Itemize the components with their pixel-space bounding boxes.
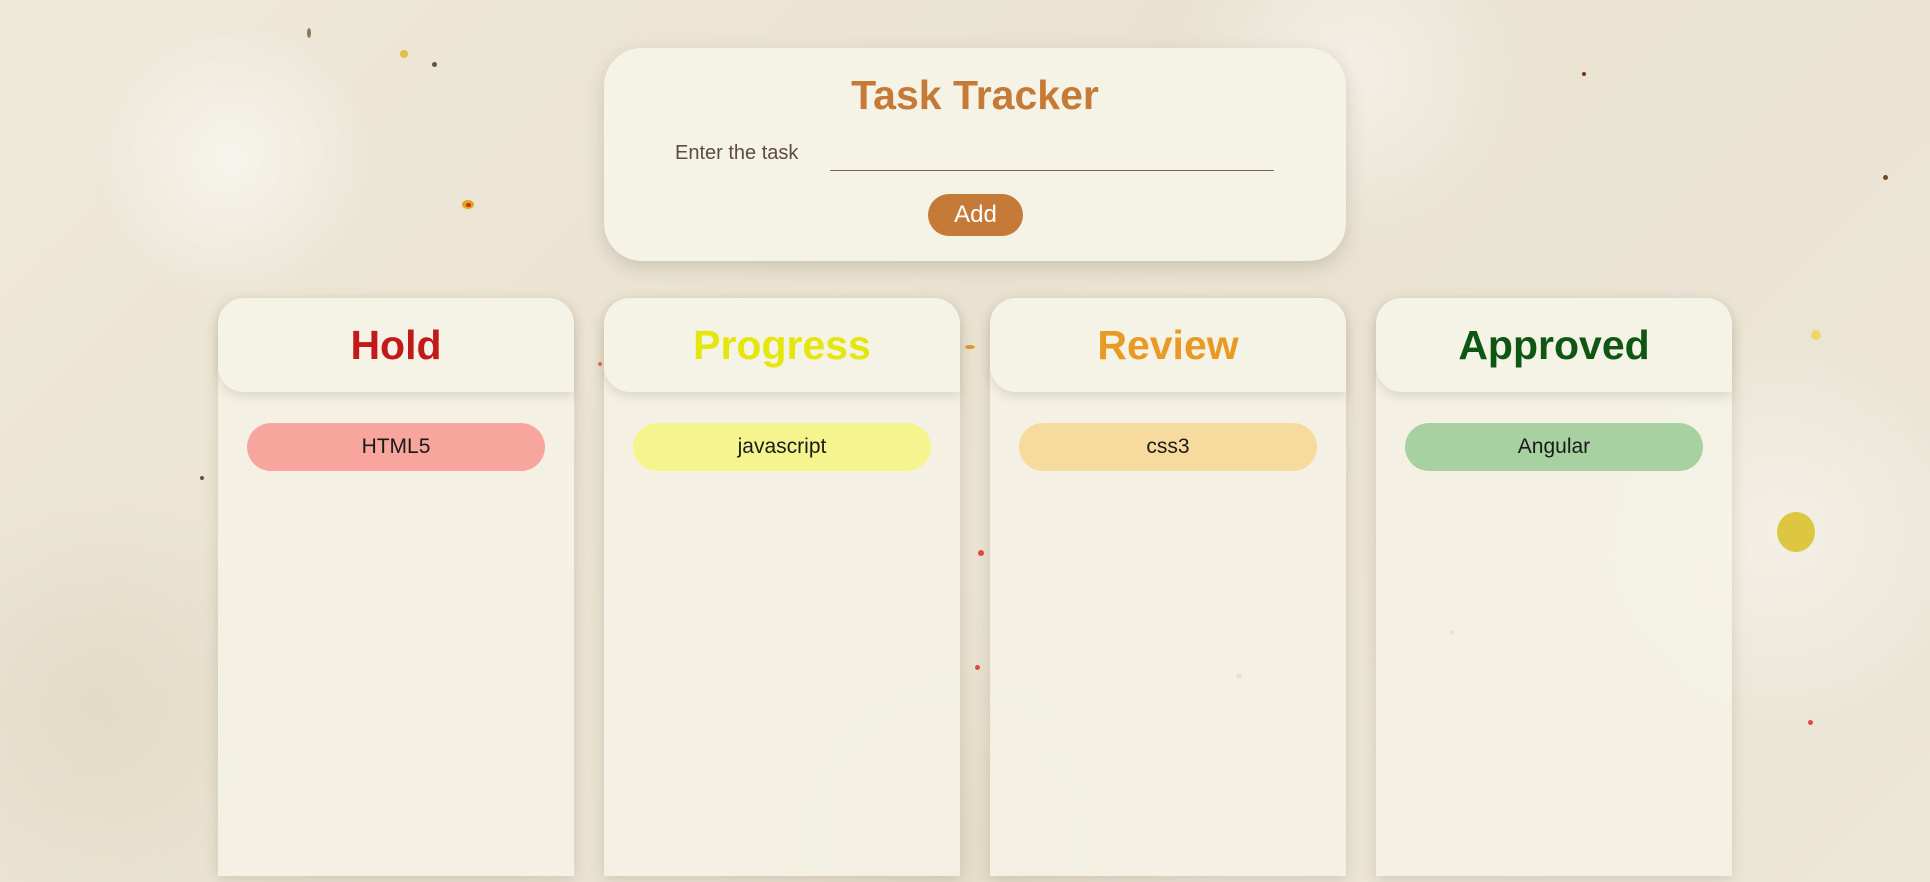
paper-speck [200, 476, 204, 480]
task-card[interactable]: css3 [1019, 423, 1317, 471]
paper-speck [978, 550, 984, 556]
add-task-button[interactable]: Add [928, 194, 1023, 236]
paper-speck [1777, 512, 1815, 552]
paper-speck [1811, 330, 1821, 340]
paper-speck [965, 345, 975, 349]
column-title-approved: Approved [1458, 322, 1650, 368]
paper-speck [400, 50, 408, 58]
column-header: Approved [1376, 298, 1732, 392]
paper-speck [1582, 72, 1586, 76]
column-title-progress: Progress [693, 322, 871, 368]
column-review: Review css3 [990, 298, 1346, 876]
column-hold: Hold HTML5 [218, 298, 574, 876]
task-input-label: Enter the task [675, 142, 799, 164]
task-input[interactable] [830, 138, 1274, 171]
paper-speck [307, 28, 311, 38]
page-title: Task Tracker [851, 72, 1099, 118]
paper-speck [1883, 175, 1888, 180]
paper-speck [975, 665, 980, 670]
task-card[interactable]: javascript [633, 423, 931, 471]
paper-speck [598, 362, 602, 366]
paper-speck [1808, 720, 1813, 725]
paper-speck [432, 62, 437, 67]
task-card[interactable]: HTML5 [247, 423, 545, 471]
column-title-review: Review [1097, 322, 1239, 368]
paper-speck [466, 203, 471, 207]
column-header: Hold [218, 298, 574, 392]
task-card[interactable]: Angular [1405, 423, 1703, 471]
column-header: Progress [604, 298, 960, 392]
column-header: Review [990, 298, 1346, 392]
column-progress: Progress javascript [604, 298, 960, 876]
task-entry-card: Task Tracker Enter the task Add [604, 48, 1346, 261]
column-title-hold: Hold [350, 322, 442, 368]
column-approved: Approved Angular [1376, 298, 1732, 876]
